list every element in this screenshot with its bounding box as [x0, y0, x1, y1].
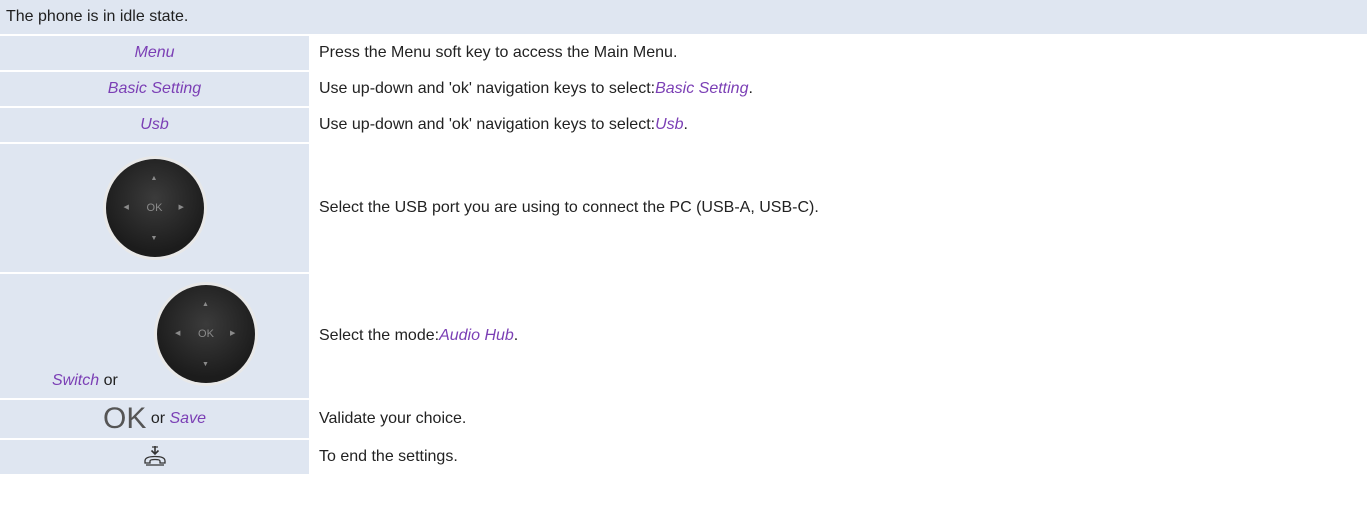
row-key-cell: OK or Save [0, 400, 309, 438]
navigator-ok-label: OK [198, 328, 214, 340]
row-description-suffix: . [748, 80, 753, 97]
table-row: ▲ ▼ ◀ ▶ OK Select the USB port you are u… [0, 144, 1367, 272]
row-description-cell: Select the USB port you are using to con… [311, 144, 1367, 272]
header-text: The phone is in idle state. [6, 8, 189, 25]
ok-key-label: OK [103, 402, 147, 435]
row-key-cell: Basic Setting [0, 72, 309, 106]
row-key-cell: Switch or ▲ ▼ ◀ ▶ OK [0, 274, 309, 398]
table-header: The phone is in idle state. [0, 0, 1367, 34]
navigator-ok-label: OK [146, 202, 163, 214]
navigator-icon: ▲ ▼ ◀ ▶ OK [154, 282, 258, 386]
row-description: Press the Menu soft key to access the Ma… [319, 44, 678, 61]
or-label: or [99, 372, 118, 389]
row-description-emphasis: Basic Setting [655, 80, 749, 97]
row-key-cell: Usb [0, 108, 309, 142]
usb-label: Usb [140, 116, 169, 133]
navigator-icon: ▲ ▼ ◀ ▶ OK [102, 156, 207, 260]
row-description-suffix: . [513, 327, 519, 344]
table-row: Switch or ▲ ▼ ◀ ▶ OK Select the mode: Au… [0, 274, 1367, 398]
row-key-cell [0, 440, 309, 474]
row-description-cell: Press the Menu soft key to access the Ma… [311, 36, 1367, 70]
row-description-cell: Use up-down and 'ok' navigation keys to … [311, 72, 1367, 106]
or-label: or [146, 410, 170, 427]
instruction-table: The phone is in idle state. Menu Press t… [0, 0, 1367, 517]
table-row: Usb Use up-down and 'ok' navigation keys… [0, 108, 1367, 142]
row-description: To end the settings. [319, 448, 458, 465]
row-description-prefix: Select the mode: [319, 327, 440, 344]
row-description-emphasis: Audio Hub [439, 327, 514, 344]
switch-or-label: Switch or [52, 372, 118, 390]
table-row: Menu Press the Menu soft key to access t… [0, 36, 1367, 70]
hang-up-icon [143, 446, 166, 466]
row-description-cell: Select the mode: Audio Hub. [311, 274, 1367, 398]
switch-softkey-label: Switch [52, 372, 100, 389]
menu-softkey-label: Menu [134, 44, 175, 61]
row-key-cell: Menu [0, 36, 309, 70]
row-key-cell: ▲ ▼ ◀ ▶ OK [0, 144, 309, 272]
row-description: Validate your choice. [319, 410, 467, 427]
row-description-cell: To end the settings. [311, 440, 1367, 474]
row-description-prefix: Use up-down and 'ok' navigation keys to … [319, 116, 656, 133]
save-softkey-label: Save [169, 410, 206, 427]
row-description-prefix: Use up-down and 'ok' navigation keys to … [319, 80, 656, 97]
row-description-cell: Use up-down and 'ok' navigation keys to … [311, 108, 1367, 142]
basic-setting-label: Basic Setting [107, 80, 202, 97]
row-description-emphasis: Usb [655, 116, 684, 133]
table-row: OK or Save Validate your choice. [0, 400, 1367, 438]
row-description: Select the USB port you are using to con… [319, 199, 819, 216]
row-description-suffix: . [683, 116, 688, 133]
table-row: To end the settings. [0, 440, 1367, 474]
table-row: Basic Setting Use up-down and 'ok' navig… [0, 72, 1367, 106]
row-description-cell: Validate your choice. [311, 400, 1367, 438]
